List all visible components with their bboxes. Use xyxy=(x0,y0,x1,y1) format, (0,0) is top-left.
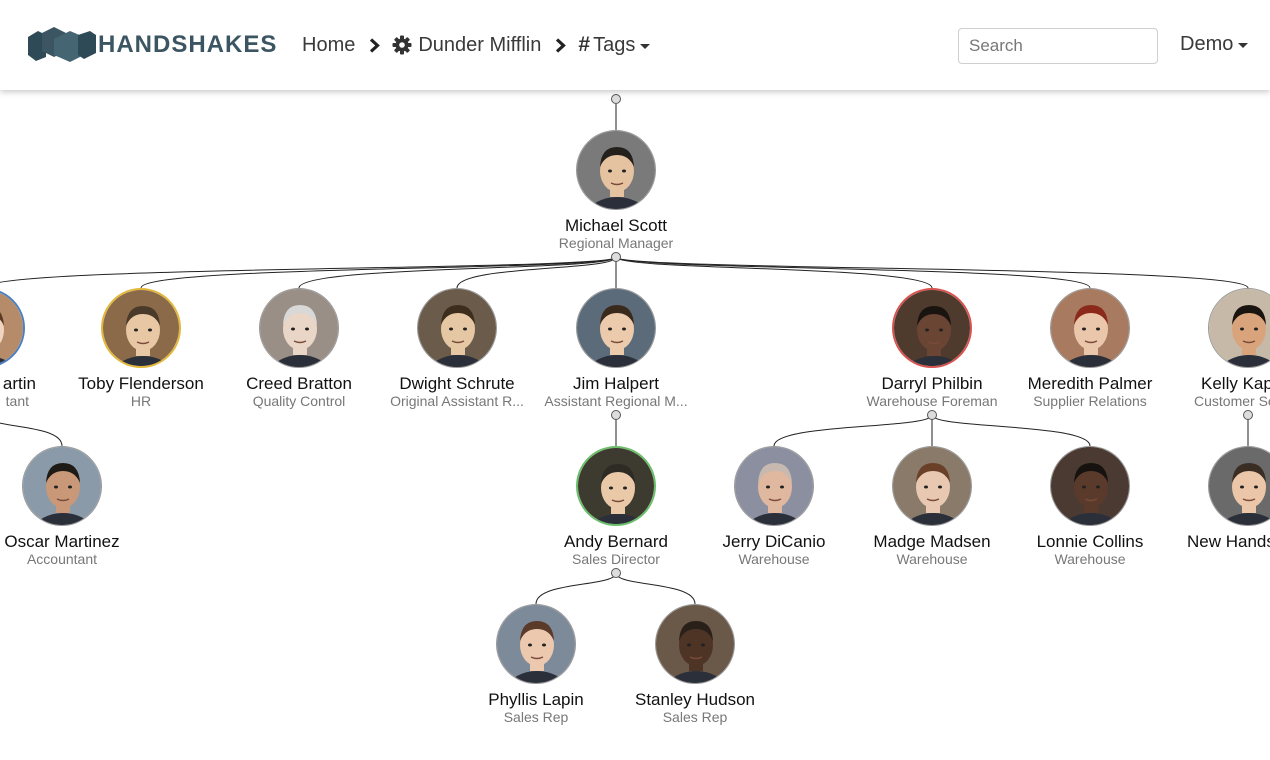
avatar[interactable] xyxy=(417,288,497,368)
person-photo-icon xyxy=(23,447,101,525)
connector-line xyxy=(773,414,933,447)
person-name: Toby Flenderson xyxy=(78,374,204,393)
expand-toggle-icon[interactable] xyxy=(611,252,621,262)
breadcrumb: Home Dunder Mifflin # Tags xyxy=(302,33,651,57)
chevron-right-icon xyxy=(369,37,381,53)
person-name: Jim Halpert xyxy=(573,374,659,393)
person-title: Warehouse Foreman xyxy=(866,393,998,409)
person-name: Lonnie Collins xyxy=(1036,532,1144,551)
avatar[interactable] xyxy=(734,446,814,526)
gear-icon xyxy=(392,35,412,55)
search-input[interactable] xyxy=(958,28,1158,64)
avatar[interactable] xyxy=(576,288,656,368)
person-title: Supplier Relations xyxy=(1033,393,1147,409)
avatar[interactable] xyxy=(655,604,735,684)
top-navbar: HANDSHAKES Home Dunder Mifflin # Tags Se… xyxy=(0,0,1270,90)
person-title: Regional Manager xyxy=(558,235,674,251)
person-title: Warehouse xyxy=(738,551,810,567)
connector-line xyxy=(298,256,617,289)
person-title: Sales Rep xyxy=(503,709,569,725)
connector-line xyxy=(931,414,1091,447)
person-name: Andy Bernard xyxy=(564,532,668,551)
avatar[interactable] xyxy=(892,446,972,526)
person-name: Dwight Schrute xyxy=(399,374,515,393)
expand-toggle-icon[interactable] xyxy=(611,568,621,578)
connector-line xyxy=(615,572,696,605)
avatar[interactable] xyxy=(1050,288,1130,368)
avatar[interactable] xyxy=(101,288,181,368)
person-photo-icon xyxy=(735,447,813,525)
connector-line xyxy=(615,256,1091,289)
connector-line xyxy=(0,256,617,283)
brand-logo[interactable]: HANDSHAKES xyxy=(28,27,277,63)
person-name: Darryl Philbin xyxy=(881,374,983,393)
person-name: Phyllis Lapin xyxy=(488,690,584,709)
person-name: Kelly Kap xyxy=(1201,374,1270,393)
person-title: Warehouse xyxy=(896,551,968,567)
breadcrumb-home-label: Home xyxy=(302,33,356,56)
person-title: Customer Se xyxy=(1194,393,1270,409)
person-photo-icon xyxy=(418,289,496,367)
avatar[interactable] xyxy=(496,604,576,684)
person-name: Oscar Martinez xyxy=(4,532,120,551)
expand-toggle-icon[interactable] xyxy=(1243,410,1253,420)
person-title: Sales Rep xyxy=(662,709,728,725)
user-menu-dropdown[interactable]: Demo xyxy=(1180,33,1249,56)
person-name: Madge Madsen xyxy=(873,532,991,551)
breadcrumb-company[interactable]: Dunder Mifflin xyxy=(392,34,541,57)
person-name: New Hands xyxy=(1187,532,1270,551)
person-photo-icon xyxy=(577,289,655,367)
person-name: Michael Scott xyxy=(564,216,668,235)
breadcrumb-company-label: Dunder Mifflin xyxy=(418,33,542,56)
brand-name: HANDSHAKES xyxy=(98,31,278,58)
hash-icon: # xyxy=(578,33,591,56)
expand-toggle-icon[interactable] xyxy=(927,410,937,420)
person-title: Quality Control xyxy=(252,393,346,409)
avatar[interactable] xyxy=(259,288,339,368)
connector-line xyxy=(140,256,617,289)
person-title: Accountant xyxy=(26,551,98,567)
expand-toggle-icon[interactable] xyxy=(611,410,621,420)
connector-line xyxy=(615,256,933,289)
caret-down-icon xyxy=(1238,43,1249,48)
person-photo-icon xyxy=(893,447,971,525)
person-name: Jerry DiCanio xyxy=(722,532,826,551)
person-name: Stanley Hudson xyxy=(634,690,756,709)
handshakes-logo-icon xyxy=(28,27,96,63)
breadcrumb-tags-dropdown[interactable]: # Tags xyxy=(578,33,651,57)
user-menu-label: Demo xyxy=(1180,33,1234,55)
person-photo-icon xyxy=(260,289,338,367)
connector-line xyxy=(0,422,63,447)
person-title: tant xyxy=(5,393,29,409)
person-title: Original Assistant R... xyxy=(390,393,524,409)
avatar[interactable] xyxy=(576,130,656,210)
chevron-right-icon xyxy=(555,37,567,53)
person-title: Sales Director xyxy=(572,551,660,567)
connector-line xyxy=(535,572,617,605)
connector-line xyxy=(615,256,1249,289)
expand-toggle-icon[interactable] xyxy=(611,94,621,104)
person-photo-icon xyxy=(1051,289,1129,367)
person-name: Creed Bratton xyxy=(246,374,352,393)
person-name: Meredith Palmer xyxy=(1027,374,1153,393)
caret-down-icon xyxy=(640,43,651,49)
avatar[interactable] xyxy=(22,446,102,526)
person-photo-icon xyxy=(497,605,575,683)
person-title: Warehouse xyxy=(1054,551,1126,567)
person-photo-icon xyxy=(656,605,734,683)
avatar[interactable] xyxy=(1050,446,1130,526)
person-title: Assistant Regional M... xyxy=(544,393,688,409)
avatar[interactable] xyxy=(576,446,656,526)
avatar[interactable] xyxy=(892,288,972,368)
breadcrumb-home[interactable]: Home xyxy=(302,34,355,57)
breadcrumb-tags-label: Tags xyxy=(593,33,636,56)
person-name: artin xyxy=(2,374,36,393)
person-photo-icon xyxy=(577,131,655,209)
person-photo-icon xyxy=(1051,447,1129,525)
person-title: HR xyxy=(130,393,152,409)
